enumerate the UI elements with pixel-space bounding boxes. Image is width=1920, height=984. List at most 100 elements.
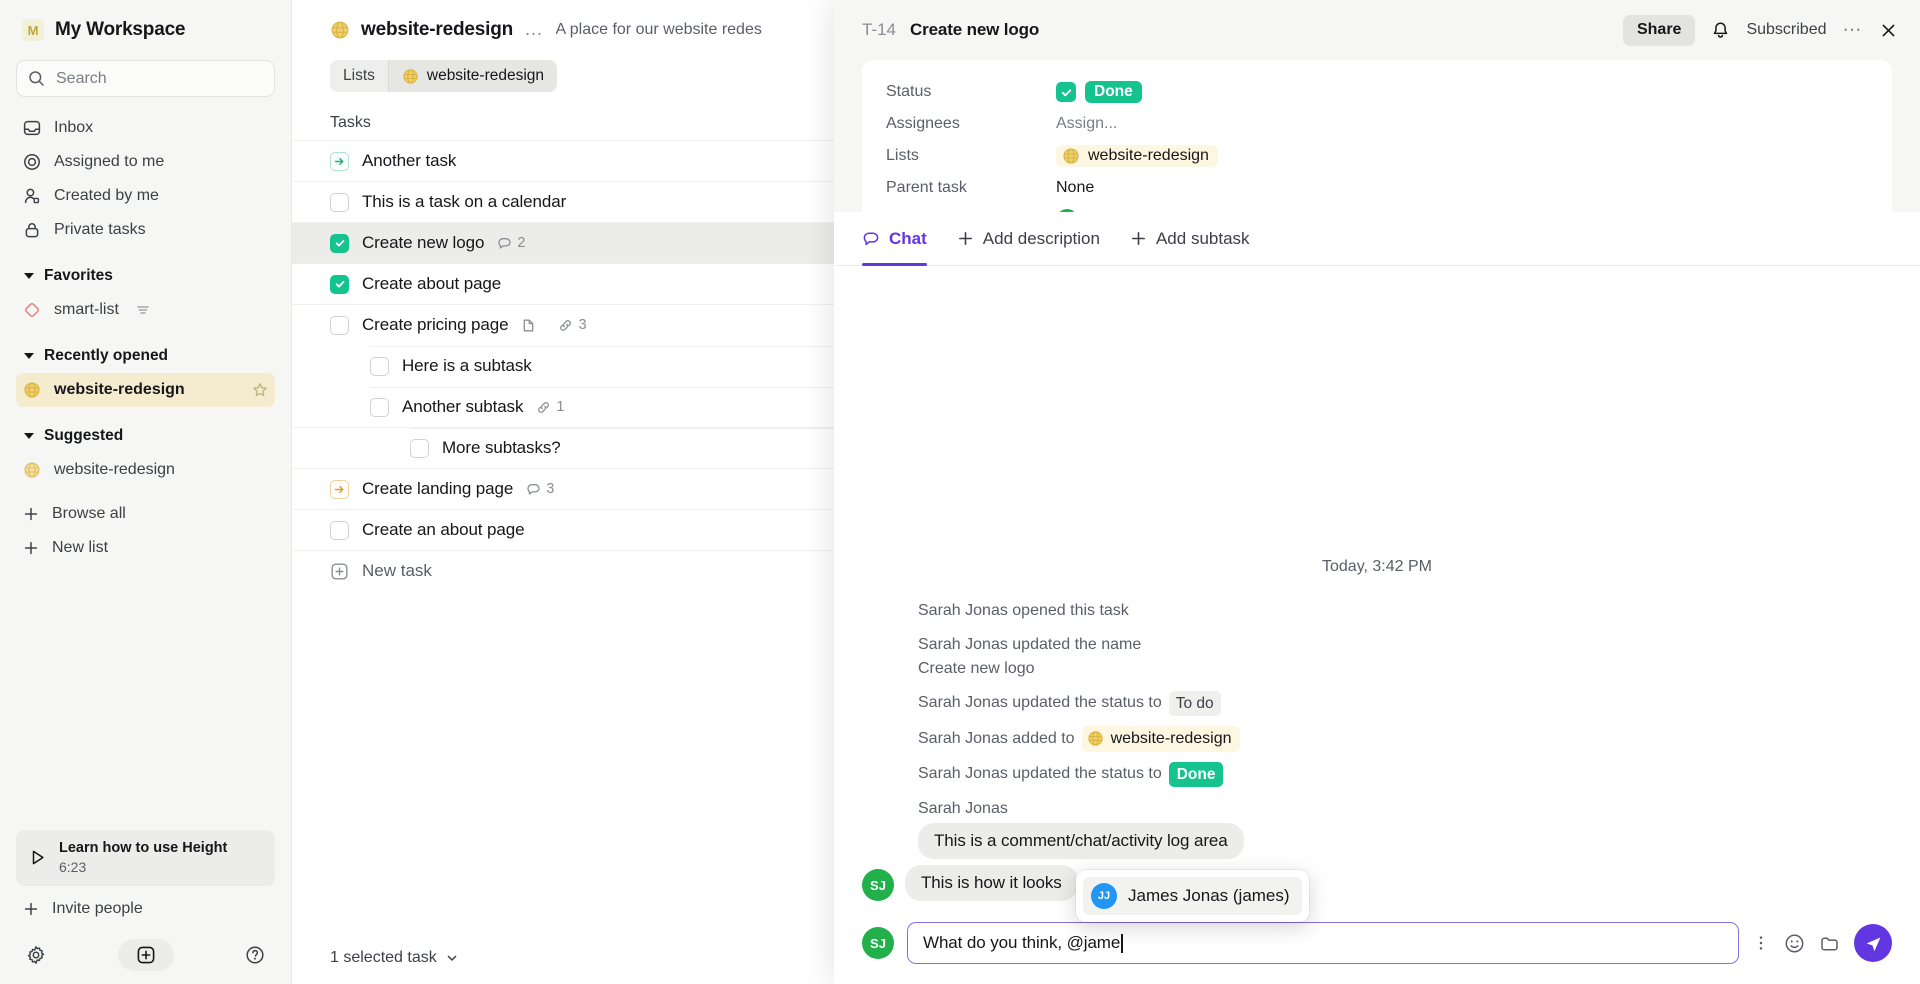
browse-all-button[interactable]: Browse all [16,497,275,531]
sidebar-item-label: Inbox [54,119,94,136]
sidebar-item-private-tasks[interactable]: Private tasks [16,213,275,247]
sidebar-item-website-redesign-suggested[interactable]: website-redesign [16,453,275,487]
property-row-lists[interactable]: Lists website-redesign [886,140,1868,172]
globe-icon [330,20,350,40]
task-name: Create an about page [362,520,525,539]
tab-add-subtask[interactable]: Add subtask [1130,212,1250,266]
chevron-down-icon[interactable] [445,951,459,965]
message-bubble[interactable]: This is a comment/chat/activity log area [918,823,1244,859]
message-bubble[interactable]: This is how it looks [905,865,1078,901]
task-checkbox-checked[interactable] [330,233,349,253]
property-value[interactable]: Done [1056,81,1142,103]
comment-count: 3 [526,481,554,497]
sidebar-item-label: website-redesign [54,461,175,478]
message-input[interactable]: What do you think, @jame [907,922,1739,964]
property-value[interactable]: None [1056,179,1094,197]
task-checkbox-checked[interactable] [330,274,349,294]
invite-people-button[interactable]: Invite people [16,892,275,926]
globe-icon [1062,147,1080,165]
new-list-label: New list [52,539,109,556]
task-name: Here is a subtask [402,356,532,375]
bell-icon[interactable] [1711,21,1730,40]
task-name: Another task [362,151,457,170]
sidebar-item-smart-list[interactable]: smart-list [16,293,275,327]
chat-message: SJ This is how it looks [862,862,1892,904]
emoji-icon[interactable] [1784,933,1805,954]
play-icon [28,848,47,867]
property-row-assignees[interactable]: Assignees Assign... [886,108,1868,140]
selection-count: 1 selected task [330,949,437,966]
workspace-name: My Workspace [55,19,186,40]
link-icon [536,400,551,415]
link-count-value: 1 [556,399,565,415]
sidebar-item-inbox[interactable]: Inbox [16,111,275,145]
gear-icon[interactable] [26,945,46,965]
send-button[interactable] [1854,924,1892,962]
mention-option[interactable]: JJ James Jonas (james) [1083,877,1302,915]
breadcrumb-root[interactable]: Lists [330,60,388,92]
detail-tabs: Chat Add description Add subtask [834,212,1920,266]
person-icon [23,187,41,205]
search-placeholder: Search [56,69,107,87]
activity-text: Sarah Jonas updated the status to [918,694,1162,712]
activity-text: Sarah Jonas added to [918,729,1075,747]
status-arrow-icon[interactable] [330,479,349,499]
sidebar-item-website-redesign-recent[interactable]: website-redesign [16,373,275,407]
task-checkbox[interactable] [330,315,349,335]
activity-entry: Sarah Jonas opened this task [862,594,1892,628]
property-label: Status [886,83,932,100]
tab-chat[interactable]: Chat [862,212,927,266]
property-row-status[interactable]: Status Done [886,76,1868,108]
task-checkbox[interactable] [330,520,349,540]
more-vertical-icon[interactable] [1752,934,1770,952]
plus-box-icon[interactable] [117,939,174,971]
chat-icon [526,482,541,497]
filter-icon [136,303,150,317]
learn-card-duration: 6:23 [59,859,87,876]
list-menu-icon[interactable]: … [524,19,545,41]
section-suggested[interactable]: Suggested [16,419,275,453]
detail-menu-icon[interactable]: ⋯ [1843,19,1864,42]
sidebar-item-label: website-redesign [54,381,185,398]
new-list-button[interactable]: New list [16,531,275,565]
plus-icon [23,901,39,917]
sidebar-item-assigned-to-me[interactable]: Assigned to me [16,145,275,179]
task-checkbox[interactable] [370,356,389,376]
star-icon[interactable] [252,382,268,398]
link-count: 1 [536,399,564,415]
search-input[interactable]: Search [16,60,275,97]
subscribed-button[interactable]: Subscribed [1746,21,1826,39]
section-title: Suggested [44,427,124,444]
section-favorites[interactable]: Favorites [16,259,275,293]
property-value[interactable]: website-redesign [1056,145,1218,167]
activity-text: Sarah Jonas updated the name [918,635,1142,653]
invite-people-label: Invite people [52,900,143,917]
workspace-header[interactable]: M My Workspace [16,0,275,60]
property-value[interactable]: Assign... [1056,115,1117,133]
breadcrumb-current[interactable]: website-redesign [388,60,558,92]
close-icon[interactable] [1879,21,1898,40]
section-recently-opened[interactable]: Recently opened [16,339,275,373]
task-detail-panel: T-14 Create new logo Share Subscribed ⋯ … [834,0,1920,984]
plus-box-icon [330,562,349,581]
sidebar-item-created-by-me[interactable]: Created by me [16,179,275,213]
status-badge-done: Done [1168,761,1224,787]
globe-icon [23,381,41,399]
task-checkbox[interactable] [370,397,389,417]
list-chip[interactable]: website-redesign [1056,145,1218,167]
app-root: M My Workspace Search Inbox Assigned to … [0,0,1920,984]
learn-height-card[interactable]: Learn how to use Height 6:23 [16,829,275,886]
diamond-icon [23,301,41,319]
activity-entry: Create new logo [862,657,1892,686]
attachment-icon[interactable] [1819,933,1840,954]
list-chip-label: website-redesign [1088,147,1209,164]
question-icon[interactable] [245,945,265,965]
chat-activity-area: Today, 3:42 PM Sarah Jonas opened this t… [834,266,1920,912]
task-checkbox[interactable] [330,192,349,212]
property-row-parent-task[interactable]: Parent task None [886,172,1868,204]
share-button[interactable]: Share [1622,14,1696,46]
task-checkbox[interactable] [410,438,429,458]
tab-add-description[interactable]: Add description [957,212,1100,266]
status-arrow-icon[interactable] [330,151,349,171]
